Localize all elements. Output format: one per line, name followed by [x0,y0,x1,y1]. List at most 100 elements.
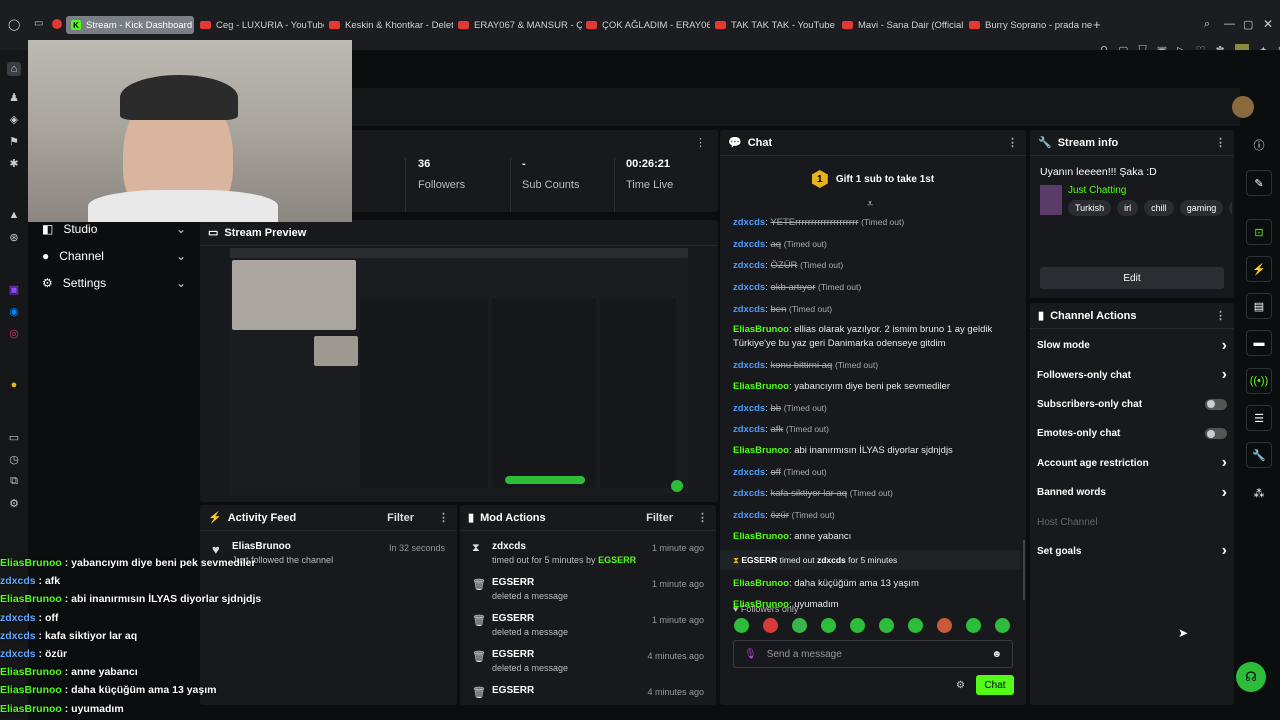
settings-rail-icon[interactable]: ⚙ [7,496,21,510]
stream-category[interactable]: Just Chatting [1068,185,1126,196]
apps-icon[interactable]: ⁂ [1246,480,1272,506]
chat-scrollbar[interactable] [1023,540,1025,600]
twitch-icon[interactable]: ▣ [7,282,21,296]
stream-tag[interactable]: Turkish [1068,200,1112,216]
close-window-icon[interactable]: ✕ [1263,17,1273,31]
more-options-icon[interactable]: ⋮ [438,511,449,524]
chat-username[interactable]: zdxcds [733,282,765,293]
emoji-icon[interactable]: ☻ [991,649,1002,660]
channel-action-item[interactable]: Subscribers-only chat [1030,390,1234,419]
stream-tag[interactable]: chill [1144,200,1174,216]
emote-icon[interactable] [763,618,778,633]
mod-filter-button[interactable]: Filter [646,512,673,524]
lightning-icon[interactable]: ⚡ [1246,256,1272,282]
emote-icon[interactable] [908,618,923,633]
emote-icon[interactable] [879,618,894,633]
channel-action-item[interactable]: Set goals › [1030,537,1234,566]
chat-username[interactable]: zdxcds [733,403,765,414]
stream-preview-video[interactable] [230,248,688,494]
stream-tag[interactable]: tu [1229,200,1232,216]
chess-icon[interactable]: ♟ [7,90,21,104]
info-icon[interactable]: ⓘ [1246,132,1272,158]
chat-icon[interactable]: ▬ [1246,330,1272,356]
workspaces-icon[interactable]: ▭ [34,18,43,29]
instagram-icon[interactable]: ◎ [7,326,21,340]
microphone-icon[interactable]: 🎙 [744,649,757,660]
messenger-icon[interactable]: ◉ [7,304,21,318]
chat-send-button[interactable]: Chat [976,675,1014,695]
chat-username[interactable]: EliasBrunoo [733,578,789,589]
emote-icon[interactable] [821,618,836,633]
minimize-icon[interactable]: — [1224,18,1235,30]
new-tab-button[interactable]: + [1093,17,1101,32]
channel-action-item[interactable]: Account age restriction › [1030,449,1234,478]
asterisk-icon[interactable]: ✱ [7,156,21,170]
browser-tab[interactable]: Burry Soprano - prada ne [969,16,1093,34]
channel-action-item[interactable]: Slow mode › [1030,331,1234,360]
emote-icon[interactable] [937,618,952,633]
edit-stream-button[interactable]: Edit [1040,267,1224,289]
browser-tab[interactable]: Ceg - LUXURIA - YouTube [200,16,324,34]
maximize-icon[interactable]: ▢ [1243,18,1253,31]
chat-username[interactable]: EliasBrunoo [733,531,789,542]
emote-icon[interactable] [995,618,1010,633]
wallet-icon[interactable]: ▭ [7,430,21,444]
browser-tab[interactable]: ERAY067 & MANSUR - Ç [458,16,582,34]
chat-username[interactable]: EliasBrunoo [733,445,789,456]
pin-down-icon[interactable]: ⩡ [867,198,873,211]
activity-filter-button[interactable]: Filter [387,512,414,524]
avatar[interactable] [1232,96,1254,118]
extensions-rail-icon[interactable]: ⧉ [7,474,21,488]
chat-username[interactable]: zdxcds [733,239,765,250]
wrench-icon[interactable]: 🔧 [1246,442,1272,468]
stream-tag[interactable]: irl [1117,200,1139,216]
home-icon[interactable]: ⌂ [7,62,21,76]
system-actor[interactable]: EGSERR [741,555,777,565]
search-tabs-icon[interactable]: ⌕ [1204,18,1210,31]
support-chat-button[interactable]: ☊ [1236,662,1266,692]
document-icon[interactable]: ▤ [1246,293,1272,319]
chat-message-list[interactable]: zdxcds: YETErrrrrrrrrrrrrrrrrrrr (Timed … [720,215,1020,618]
toggle-switch[interactable] [1205,428,1227,440]
emote-icon[interactable] [734,618,749,633]
chat-username[interactable]: zdxcds [733,488,765,499]
stream-tag[interactable]: gaming [1179,200,1224,216]
more-options-icon[interactable]: ⋮ [697,511,708,524]
mod-action-by[interactable]: EGSERR [598,555,636,565]
more-options-icon[interactable]: ⋮ [1215,309,1226,322]
channel-action-item[interactable]: Emotes-only chat [1030,419,1234,448]
chat-username[interactable]: EliasBrunoo [733,324,789,335]
emote-icon[interactable] [792,618,807,633]
browser-tab[interactable]: TAK TAK TAK - YouTube [715,16,839,34]
compass-icon[interactable]: ◈ [7,112,21,126]
more-options-icon[interactable]: ⋮ [1007,136,1018,149]
chat-username[interactable]: zdxcds [733,424,765,435]
flag-icon[interactable]: ⚑ [7,134,21,148]
channel-action-item[interactable]: Banned words › [1030,478,1234,507]
sidebar-item-settings[interactable]: ⚙ Settings ⌄ [28,269,200,296]
chat-username[interactable]: zdxcds [733,260,765,271]
target-icon[interactable]: ⊡ [1246,219,1272,245]
browser-tab[interactable]: K Stream - Kick Dashboard [66,16,194,34]
more-options-icon[interactable]: ⋮ [1215,136,1226,149]
chat-username[interactable]: zdxcds [733,304,765,315]
browser-tab[interactable]: Keskin & Khontkar - Delet [329,16,453,34]
more-options-icon[interactable]: ⋮ [695,136,706,149]
system-target[interactable]: zdxcds [817,555,846,565]
coin-icon[interactable]: ● [7,378,21,392]
emote-icon[interactable] [850,618,865,633]
broadcast-icon[interactable]: ((•)) [1246,368,1272,394]
arch-icon[interactable]: ▲ [7,208,21,222]
sliders-icon[interactable]: ☰ [1246,405,1272,431]
chat-input[interactable]: 🎙 Send a message ☻ [733,640,1013,668]
chatgpt-icon[interactable]: ⊛ [7,230,21,244]
chat-username[interactable]: zdxcds [733,360,765,371]
history-icon[interactable]: ◷ [7,452,21,466]
browser-tab[interactable]: ÇOK AĞLADIM - ERAY06 [586,16,710,34]
gift-sub-banner[interactable]: 1 Gift 1 sub to take 1st [720,156,1026,202]
chat-settings-icon[interactable]: ⚙ [956,680,965,691]
chat-username[interactable]: EliasBrunoo [733,381,789,392]
emote-icon[interactable] [966,618,981,633]
chat-username[interactable]: zdxcds [733,510,765,521]
browser-tab[interactable]: Mavi - Sana Dair (Official [842,16,966,34]
